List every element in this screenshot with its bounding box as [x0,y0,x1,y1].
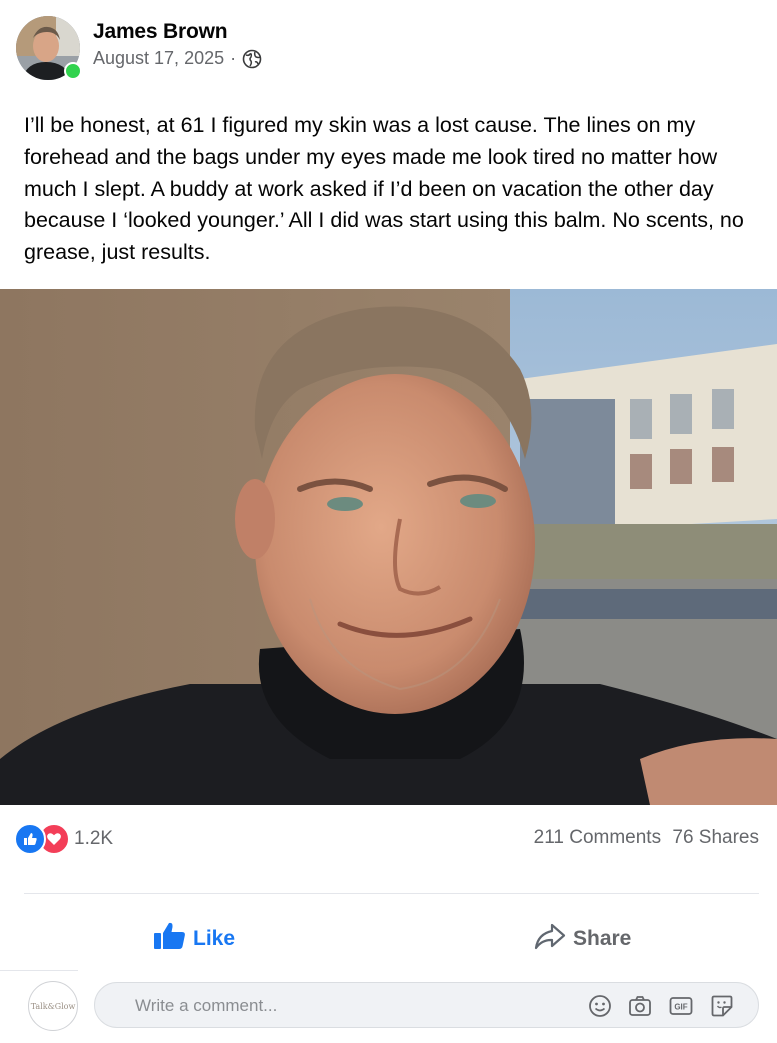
gif-icon[interactable]: GIF [668,993,694,1019]
comments-count[interactable]: 211 Comments [534,827,661,848]
sticker-icon[interactable] [709,993,735,1019]
online-status-dot [64,62,82,80]
emoji-icon[interactable] [587,993,613,1019]
author-name[interactable]: James Brown [93,20,228,44]
globe-icon[interactable] [242,49,262,69]
post-stats: 1.2K 211 Comments 76 Shares [14,823,759,855]
shares-count[interactable]: 76 Shares [672,827,759,848]
gif-label: GIF [674,1003,687,1012]
engagement-counts: 211 Comments 76 Shares [534,827,759,849]
like-icon [14,823,46,855]
post-header: James Brown August 17, 2025 · [16,16,756,80]
comment-box[interactable]: GIF [94,982,759,1029]
commenter-avatar[interactable]: Talk&Glow [28,981,78,1031]
share-label: Share [573,927,632,950]
share-button[interactable]: Share [533,918,631,960]
thumbs-up-icon [153,921,193,957]
reaction-count: 1.2K [74,828,114,849]
like-label: Like [193,927,236,950]
like-button[interactable]: Like [153,918,235,960]
comment-input[interactable] [133,983,567,1029]
post-photo[interactable] [0,289,777,805]
comment-section-divider [0,970,78,971]
share-arrow-icon [533,921,573,957]
reaction-summary[interactable]: 1.2K [14,823,113,855]
post-date[interactable]: August 17, 2025 [93,48,224,69]
actions-divider [24,893,759,894]
meta-separator: · [230,48,237,68]
post-meta: August 17, 2025 · [93,48,262,69]
post-text: I’ll be honest, at 61 I figured my skin … [24,113,744,265]
camera-icon[interactable] [627,993,653,1019]
